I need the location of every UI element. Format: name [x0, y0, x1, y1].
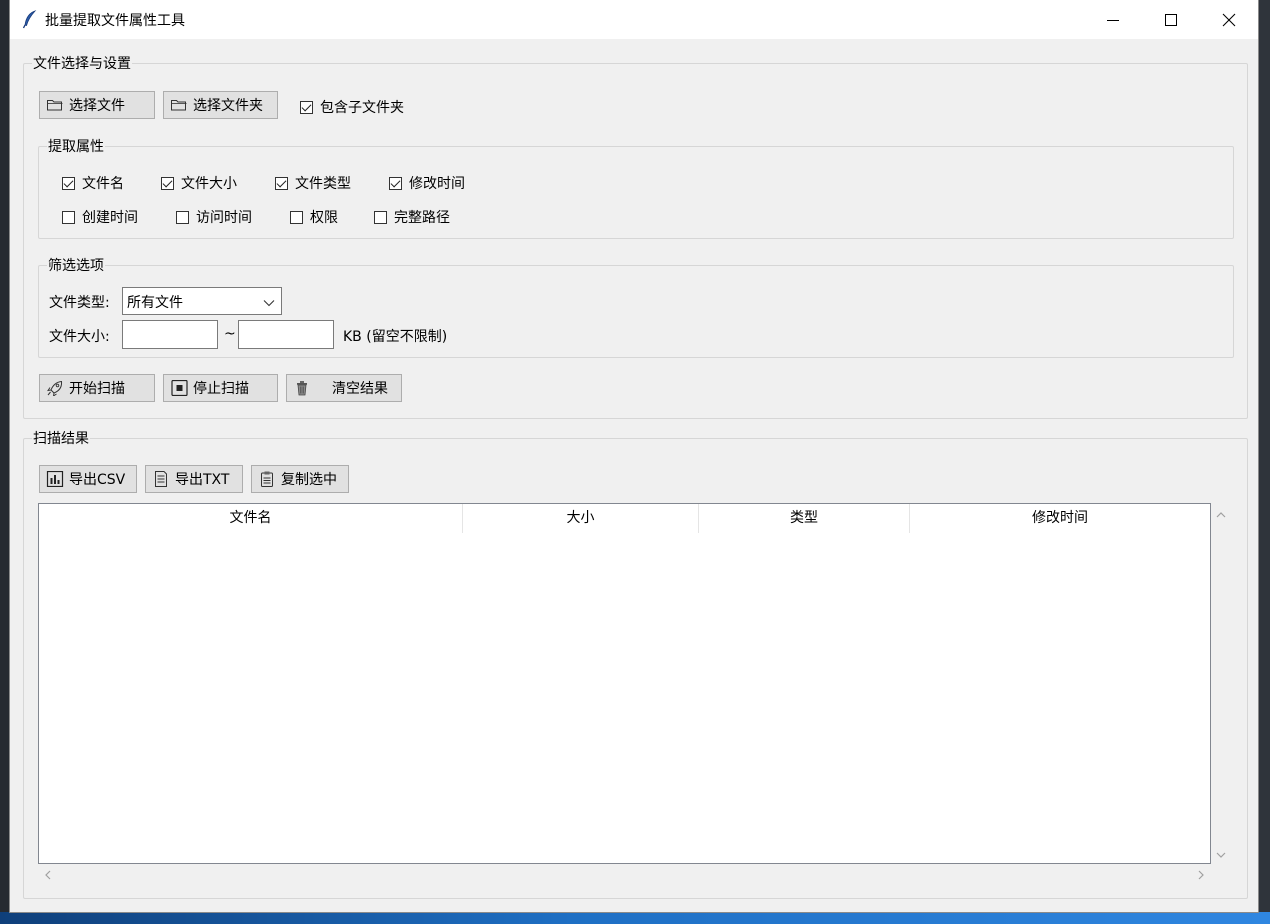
export-csv-label: 导出CSV	[69, 472, 126, 488]
copy-selected-label: 复制选中	[281, 472, 337, 488]
attr-checkbox-filesize[interactable]: 文件大小	[161, 173, 237, 193]
attr-label: 文件类型	[295, 176, 351, 192]
scroll-up-icon[interactable]	[1213, 507, 1229, 523]
attr-label: 文件大小	[181, 176, 237, 192]
filter-group: 筛选选项 文件类型: 所有文件 文件大小: ~ KB (留空不限制)	[38, 255, 1234, 358]
size-max-input[interactable]	[238, 320, 334, 349]
bar-chart-icon	[46, 471, 64, 487]
stop-scan-button[interactable]: 停止扫描	[163, 374, 278, 402]
attributes-legend: 提取属性	[47, 136, 105, 156]
attr-checkbox-created[interactable]: 创建时间	[62, 207, 138, 227]
attr-label: 权限	[310, 210, 338, 226]
copy-selected-button[interactable]: 复制选中	[251, 465, 349, 493]
document-icon	[152, 471, 170, 487]
start-scan-button[interactable]: 开始扫描	[39, 374, 155, 402]
scroll-left-icon[interactable]	[40, 867, 56, 883]
checkbox-box	[176, 210, 189, 224]
start-scan-label: 开始扫描	[69, 381, 125, 397]
stop-scan-label: 停止扫描	[193, 381, 249, 397]
checkbox-box	[62, 210, 75, 224]
attr-checkbox-modified[interactable]: 修改时间	[389, 173, 465, 193]
title-bar[interactable]: 批量提取文件属性工具	[10, 0, 1258, 39]
results-legend: 扫描结果	[32, 428, 90, 448]
attr-label: 文件名	[82, 176, 124, 192]
checkbox-box	[275, 176, 288, 190]
trash-icon	[293, 380, 311, 396]
clear-results-label: 清空结果	[332, 381, 388, 397]
results-table[interactable]: 文件名 大小 类型 修改时间	[38, 503, 1211, 864]
checkbox-box	[161, 176, 174, 190]
column-header-size[interactable]: 大小	[463, 504, 699, 533]
maximize-button[interactable]	[1142, 0, 1200, 39]
include-subfolders-checkbox[interactable]: 包含子文件夹	[300, 97, 404, 117]
scroll-down-icon[interactable]	[1213, 847, 1229, 863]
checkbox-box	[389, 176, 402, 190]
app-window: 批量提取文件属性工具 文件选择与设置 选择文件 选择文件夹 包含子文件夹 提取属…	[10, 0, 1258, 912]
export-txt-label: 导出TXT	[175, 472, 230, 488]
column-header-filename[interactable]: 文件名	[39, 504, 463, 533]
rocket-icon	[46, 380, 64, 396]
attr-label: 修改时间	[409, 176, 465, 192]
stop-icon	[170, 380, 188, 396]
checkbox-box	[62, 176, 75, 190]
include-subfolders-label: 包含子文件夹	[320, 100, 404, 116]
column-header-modified[interactable]: 修改时间	[910, 504, 1210, 533]
checkbox-box	[290, 210, 303, 224]
select-folder-label: 选择文件夹	[193, 98, 263, 114]
feather-icon	[20, 9, 40, 29]
size-min-input[interactable]	[122, 320, 218, 349]
column-header-type[interactable]: 类型	[699, 504, 910, 533]
chevron-down-icon	[263, 296, 275, 312]
filter-legend: 筛选选项	[47, 255, 105, 275]
select-files-button[interactable]: 选择文件	[39, 91, 155, 119]
clear-results-button[interactable]: 清空结果	[286, 374, 402, 402]
file-type-value: 所有文件	[127, 295, 183, 311]
attr-label: 访问时间	[196, 210, 252, 226]
attr-label: 完整路径	[394, 210, 450, 226]
attr-checkbox-permissions[interactable]: 权限	[290, 207, 338, 227]
attributes-group: 提取属性 文件名 文件大小 文件类型 修改时间 创建时间 访问时间 权限 完整路…	[38, 136, 1234, 239]
checkbox-box	[374, 210, 387, 224]
attr-checkbox-fullpath[interactable]: 完整路径	[374, 207, 450, 227]
attr-label: 创建时间	[82, 210, 138, 226]
desktop-background	[1258, 0, 1270, 912]
file-settings-group: 文件选择与设置 选择文件 选择文件夹 包含子文件夹 提取属性 文件名 文件大小 …	[23, 53, 1248, 419]
file-type-select[interactable]: 所有文件	[122, 287, 282, 315]
file-type-label: 文件类型:	[49, 295, 110, 311]
export-txt-button[interactable]: 导出TXT	[145, 465, 243, 493]
folder-icon	[46, 97, 64, 113]
folder-icon	[170, 97, 188, 113]
file-size-label: 文件大小:	[49, 329, 110, 345]
scroll-right-icon[interactable]	[1193, 867, 1209, 883]
export-csv-button[interactable]: 导出CSV	[39, 465, 137, 493]
close-button[interactable]	[1200, 0, 1258, 39]
attr-checkbox-accessed[interactable]: 访问时间	[176, 207, 252, 227]
window-title: 批量提取文件属性工具	[45, 13, 185, 29]
file-settings-legend: 文件选择与设置	[32, 53, 132, 73]
checkbox-box	[300, 100, 313, 114]
size-separator: ~	[224, 326, 236, 342]
minimize-button[interactable]	[1084, 0, 1142, 39]
taskbar	[0, 912, 1270, 924]
size-unit-note: KB (留空不限制)	[343, 329, 448, 345]
attr-checkbox-filetype[interactable]: 文件类型	[275, 173, 351, 193]
clipboard-icon	[258, 471, 276, 487]
select-folder-button[interactable]: 选择文件夹	[163, 91, 278, 119]
attr-checkbox-filename[interactable]: 文件名	[62, 173, 124, 193]
select-files-label: 选择文件	[69, 98, 125, 114]
